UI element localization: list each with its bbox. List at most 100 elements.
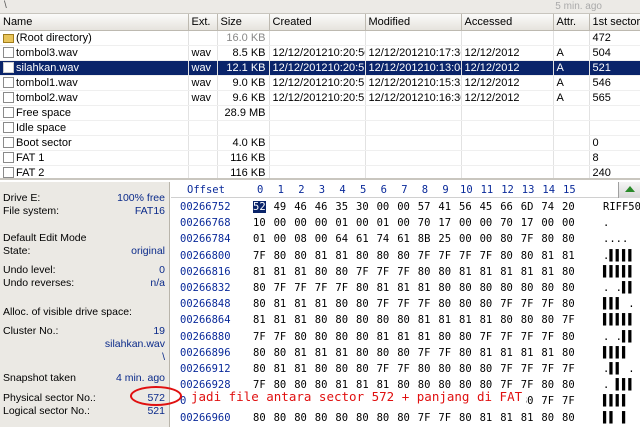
hex-byte[interactable]: 80 <box>356 331 369 343</box>
hex-byte[interactable]: 80 <box>397 412 410 424</box>
hex-byte[interactable]: 66 <box>500 201 513 213</box>
hex-byte[interactable]: 00 <box>397 217 410 229</box>
hex-ascii[interactable]: ▌▌ ▌ <box>603 412 628 424</box>
hex-byte[interactable]: 81 <box>541 250 554 262</box>
hex-byte[interactable]: 7F <box>500 331 513 343</box>
hex-byte[interactable]: 80 <box>480 282 493 294</box>
hex-byte[interactable]: 80 <box>274 250 287 262</box>
table-row[interactable]: Free space 28.9 MB <box>0 105 640 121</box>
column-header-name[interactable]: Name <box>0 14 189 31</box>
table-row[interactable]: Idle space <box>0 120 640 136</box>
hex-byte[interactable]: 81 <box>480 314 493 326</box>
hex-ascii[interactable]: ▌▌▌▌▌ <box>603 314 635 326</box>
hex-byte[interactable]: 7F <box>500 363 513 375</box>
hex-byte[interactable]: 7F <box>541 363 554 375</box>
hex-byte[interactable]: 70 <box>500 217 513 229</box>
hex-byte[interactable]: 81 <box>253 266 266 278</box>
hex-byte[interactable]: 81 <box>315 347 328 359</box>
hex-byte[interactable]: 80 <box>356 250 369 262</box>
column-header-accessed[interactable]: Accessed <box>461 14 554 31</box>
hex-byte[interactable]: 81 <box>521 266 534 278</box>
hex-byte[interactable]: 80 <box>356 314 369 326</box>
hex-byte[interactable]: 7F <box>500 298 513 310</box>
hex-byte[interactable]: 00 <box>397 201 410 213</box>
hex-byte[interactable]: 81 <box>500 347 513 359</box>
column-header-1st-sector[interactable]: 1st sector <box>589 14 640 31</box>
hex-byte[interactable]: 56 <box>459 201 472 213</box>
hex-byte[interactable]: 7F <box>521 233 534 245</box>
hex-byte[interactable]: 01 <box>377 217 390 229</box>
hex-byte[interactable]: 7F <box>541 298 554 310</box>
hex-byte[interactable]: 80 <box>335 298 348 310</box>
column-header-modified[interactable]: Modified <box>365 14 462 31</box>
hex-byte[interactable]: 7F <box>541 395 554 407</box>
hex-byte[interactable]: 7F <box>377 363 390 375</box>
hex-byte[interactable]: 80 <box>459 412 472 424</box>
hex-row[interactable]: 00266848 80 81 81 81 80 80 7F 7F 7F 80 80 80 7F 7F 7F 80… <box>171 298 640 314</box>
hex-byte[interactable]: 81 <box>541 266 554 278</box>
hex-byte[interactable]: 7F <box>274 331 287 343</box>
hex-byte[interactable]: 80 <box>335 266 348 278</box>
hex-byte[interactable]: 7F <box>480 331 493 343</box>
hex-byte[interactable]: 80 <box>521 282 534 294</box>
hex-byte[interactable]: 80 <box>459 363 472 375</box>
hex-byte[interactable]: 80 <box>541 379 554 391</box>
hex-byte[interactable]: 7F <box>397 266 410 278</box>
hex-byte[interactable]: 80 <box>377 250 390 262</box>
hex-byte[interactable]: 80 <box>253 298 266 310</box>
hex-byte[interactable]: 80 <box>315 412 328 424</box>
hex-byte[interactable]: 64 <box>335 233 348 245</box>
hex-byte[interactable]: 80 <box>562 266 575 278</box>
hex-byte[interactable]: 81 <box>397 331 410 343</box>
hex-byte[interactable]: 8B <box>418 233 431 245</box>
hex-byte[interactable]: 01 <box>253 233 266 245</box>
hex-byte[interactable]: 46 <box>315 201 328 213</box>
hex-byte[interactable]: 80 <box>377 347 390 359</box>
hex-byte[interactable]: 80 <box>274 347 287 359</box>
hex-byte[interactable]: 80 <box>500 282 513 294</box>
hex-byte[interactable]: 80 <box>356 347 369 359</box>
table-row[interactable]: tombol1.wavwav9.0 KB12/12/201210:20:5112… <box>0 75 640 91</box>
hex-byte[interactable]: 80 <box>562 379 575 391</box>
hex-byte[interactable]: 80 <box>335 314 348 326</box>
hex-ascii[interactable]: .▌▌ . <box>603 363 635 375</box>
hex-row[interactable]: 00266864 81 81 81 80 80 80 80 80 81 81 81 81 80 80 80 7F… <box>171 314 640 330</box>
hex-byte[interactable]: 00 <box>459 217 472 229</box>
hex-byte[interactable]: 81 <box>500 412 513 424</box>
hex-byte[interactable]: 49 <box>274 201 287 213</box>
hex-byte[interactable]: 80 <box>459 298 472 310</box>
hex-byte[interactable]: 57 <box>418 201 431 213</box>
hex-byte[interactable]: 80 <box>397 250 410 262</box>
hex-byte[interactable]: 08 <box>294 233 307 245</box>
hex-byte[interactable]: 81 <box>315 298 328 310</box>
hex-byte[interactable]: 80 <box>562 412 575 424</box>
hex-byte[interactable]: 80 <box>335 363 348 375</box>
hex-byte[interactable]: 00 <box>562 217 575 229</box>
hex-byte[interactable]: 81 <box>480 266 493 278</box>
hex-byte[interactable]: 7F <box>397 363 410 375</box>
hex-ascii[interactable]: ▌▌▌▌ <box>603 395 628 407</box>
hex-byte[interactable]: 7F <box>480 250 493 262</box>
hex-byte[interactable]: 80 <box>315 363 328 375</box>
hex-byte[interactable]: 80 <box>315 331 328 343</box>
hex-byte[interactable]: 80 <box>356 282 369 294</box>
hex-byte[interactable]: 20 <box>562 201 575 213</box>
hex-byte[interactable]: 74 <box>541 201 554 213</box>
hex-ascii[interactable]: RIFF50 <box>603 201 640 213</box>
hex-byte[interactable]: 80 <box>438 266 451 278</box>
hex-byte[interactable]: 41 <box>438 201 451 213</box>
hex-ascii[interactable]: . .▌▌ <box>603 282 635 294</box>
hex-byte[interactable]: 10 <box>253 217 266 229</box>
hex-byte[interactable]: 00 <box>274 217 287 229</box>
hex-byte[interactable]: 81 <box>541 347 554 359</box>
hex-byte[interactable]: 80 <box>562 298 575 310</box>
hex-byte[interactable]: 81 <box>418 314 431 326</box>
hex-byte[interactable]: 74 <box>377 233 390 245</box>
file-list[interactable]: Name Ext. Size Created Modified Accessed Attr.… <box>0 14 640 180</box>
hex-byte[interactable]: 17 <box>521 217 534 229</box>
hex-byte[interactable]: 81 <box>418 331 431 343</box>
hex-byte[interactable]: 80 <box>541 282 554 294</box>
table-row[interactable]: (Root directory) 16.0 KB 472 <box>0 30 640 46</box>
hex-byte[interactable]: 7F <box>418 250 431 262</box>
hex-byte[interactable]: 81 <box>438 314 451 326</box>
